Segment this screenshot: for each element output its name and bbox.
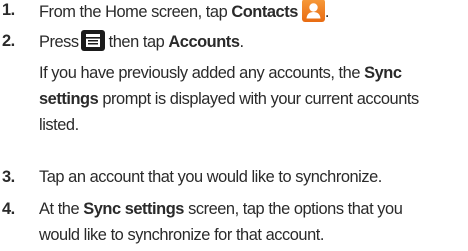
step-number: 2. (2, 32, 15, 50)
sync-settings-label: Sync settings (83, 200, 184, 218)
contacts-label: Contacts (231, 2, 298, 21)
step-2-note-line-1: If you have previously added any account… (39, 64, 402, 82)
contacts-icon (301, 0, 325, 22)
step-number: 4. (2, 200, 15, 218)
step-3-text: Tap an account that you would like to sy… (39, 168, 382, 186)
step-1-text: From the Home screen, tap Contacts . (39, 0, 329, 24)
step-2-note-line-2: settings prompt is displayed with your c… (39, 90, 419, 108)
menu-key-icon (80, 30, 105, 51)
instruction-page: 1. From the Home screen, tap Contacts . … (0, 0, 468, 251)
step-4-line-1: At the Sync settings screen, tap the opt… (39, 200, 403, 218)
accounts-label: Accounts (168, 32, 240, 51)
step-4-line-2: would like to synchronize for that accou… (39, 226, 324, 244)
step-number: 1. (2, 1, 15, 19)
step-2-note-line-3: listed. (39, 116, 79, 134)
step-number: 3. (2, 168, 15, 186)
step-2-text: Press then tap Accounts. (39, 30, 244, 53)
